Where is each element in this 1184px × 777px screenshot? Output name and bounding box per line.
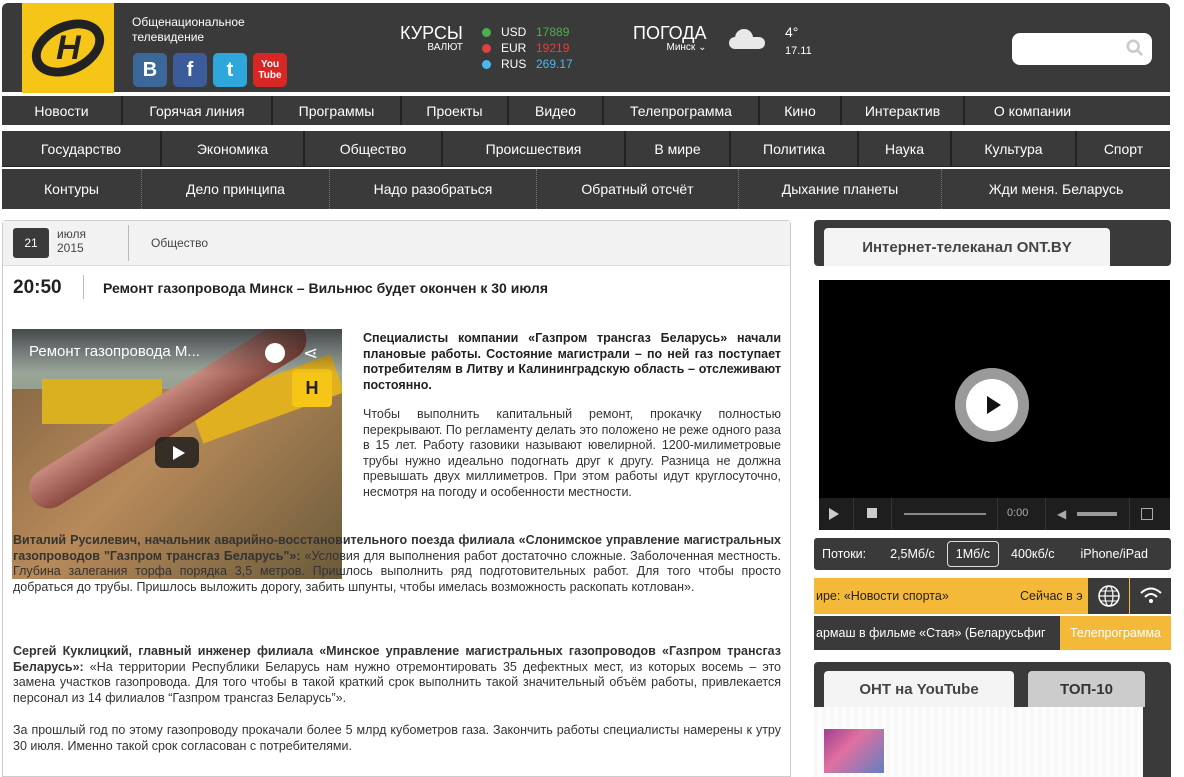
ticker2-text: армаш в фильме «Стая» (Беларусьфиг — [816, 626, 1046, 640]
prog-zhdi-menya[interactable]: Жди меня. Беларусь — [942, 169, 1170, 209]
article-time: 20:50 — [13, 277, 62, 298]
article: 21 июля 2015 Общество 20:50 Ремонт газоп… — [2, 220, 791, 777]
nav-video[interactable]: Видео — [509, 96, 604, 125]
rates-title: КУРСЫ ВАЛЮТ — [400, 23, 463, 53]
ont-logo[interactable]: Н — [22, 3, 114, 93]
cat-politics[interactable]: Политика — [731, 131, 859, 166]
play-icon[interactable] — [829, 508, 839, 520]
article-category[interactable]: Общество — [151, 236, 208, 250]
cat-culture[interactable]: Культура — [952, 131, 1077, 166]
globe-icon[interactable] — [1088, 578, 1129, 614]
article-paragraph: Сергей Куклицкий, главный инженер филиал… — [13, 644, 781, 705]
youtube-list — [814, 707, 1171, 777]
watch-later-icon[interactable] — [265, 343, 285, 363]
video-play-button[interactable] — [155, 437, 199, 468]
cat-science[interactable]: Наука — [859, 131, 952, 166]
currency-rates: USD 17889 EUR 19219 RUS 269.17 — [482, 24, 573, 72]
youtube-header: ОНТ на YouTube ТОП-10 — [814, 662, 1171, 707]
share-icon[interactable]: ⋖ — [303, 343, 318, 364]
nav-programs[interactable]: Программы — [273, 96, 402, 125]
weather-title: ПОГОДА Минск ⌄ — [633, 23, 707, 53]
ticker-current: ире: «Новости спорта» — [816, 589, 949, 603]
player-controls: 0:00 ◀ — [819, 498, 1170, 530]
volume-slider[interactable] — [1077, 512, 1117, 516]
prog-nado-razobratsya[interactable]: Надо разобраться — [330, 169, 537, 209]
search-icon[interactable] — [1126, 39, 1144, 57]
cat-world[interactable]: В мире — [626, 131, 731, 166]
twitter-icon[interactable]: t — [213, 53, 247, 87]
prog-dyhanie-planety[interactable]: Дыхание планеты — [739, 169, 942, 209]
cat-incidents[interactable]: Происшествия — [443, 131, 626, 166]
stream-quality: Потоки: 2,5Мб/с 1Мб/с 400кб/с iPhone/iPa… — [814, 538, 1171, 570]
prog-obratny-otschet[interactable]: Обратный отсчёт — [537, 169, 739, 209]
nav-cinema[interactable]: Кино — [760, 96, 842, 125]
site-header: Н Общенациональное телевидение В f t You… — [2, 3, 1170, 93]
now-on-air: ире: «Новости спорта» Сейчас в э — [814, 578, 1171, 614]
nav-interactive[interactable]: Интерактив — [842, 96, 965, 125]
play-button[interactable] — [955, 368, 1029, 442]
article-meta: 21 июля 2015 Общество — [3, 221, 790, 266]
tv-guide-button[interactable]: Телепрограмма — [1060, 616, 1171, 650]
article-month: июля 2015 — [57, 227, 86, 255]
stream-400kb[interactable]: 400кб/с — [1003, 541, 1062, 567]
temperature: 4° 17.11 — [785, 24, 812, 57]
article-paragraph: За прошлый год по этому газопроводу прок… — [13, 723, 781, 753]
stream-iphone[interactable]: iPhone/iPad — [1073, 541, 1156, 567]
tab-live[interactable]: Интернет-телеканал ONT.BY — [824, 228, 1110, 266]
rate-eur: EUR 19219 — [482, 40, 573, 56]
org-name: Общенациональное телевидение — [132, 15, 245, 44]
video-thumbnail[interactable] — [824, 729, 884, 773]
nav-news[interactable]: Новости — [2, 96, 123, 125]
rate-rus: RUS 269.17 — [482, 56, 573, 72]
nav-hotline[interactable]: Горячая линия — [123, 96, 273, 125]
nav-projects[interactable]: Проекты — [402, 96, 509, 125]
streams-label: Потоки: — [822, 547, 867, 561]
cat-sport[interactable]: Спорт — [1077, 131, 1170, 166]
main-nav: Новости Горячая линия Программы Проекты … — [2, 96, 1170, 125]
article-lead: Специалисты компании «Газпром трансгаз Б… — [363, 331, 781, 392]
tab-youtube[interactable]: ОНТ на YouTube — [824, 671, 1014, 707]
article-paragraph: Чтобы выполнить капитальный ремонт, прок… — [363, 407, 781, 499]
live-header: Интернет-телеканал ONT.BY — [814, 220, 1171, 266]
cat-state[interactable]: Государство — [2, 131, 162, 166]
cat-economy[interactable]: Экономика — [162, 131, 305, 166]
tab-top10[interactable]: ТОП-10 — [1028, 671, 1145, 707]
tv-schedule-ticker: армаш в фильме «Стая» (Беларусьфиг Телеп… — [814, 616, 1171, 650]
cat-society[interactable]: Общество — [305, 131, 443, 166]
rate-usd: USD 17889 — [482, 24, 573, 40]
live-player[interactable]: 0:00 ◀ — [819, 280, 1170, 530]
vk-icon[interactable]: В — [133, 53, 167, 87]
search-input[interactable] — [1012, 33, 1152, 65]
article-headline: Ремонт газопровода Минск – Вильнюс будет… — [103, 280, 548, 296]
prog-delo-principa[interactable]: Дело принципа — [142, 169, 330, 209]
fullscreen-icon[interactable] — [1141, 508, 1153, 520]
stream-1mb[interactable]: 1Мб/с — [946, 541, 1000, 567]
youtube-icon[interactable]: You Tube — [253, 53, 287, 87]
social-links: В f t You Tube — [133, 53, 287, 87]
stop-icon[interactable] — [867, 508, 877, 518]
stream-2-5mb[interactable]: 2,5Мб/с — [882, 541, 943, 567]
ont-watermark-icon: Н — [292, 369, 332, 407]
ticker-next: Сейчас в э — [1020, 589, 1083, 603]
scrollbar[interactable] — [1143, 707, 1171, 777]
article-paragraph: Виталий Русилевич, начальник аварийно-во… — [13, 533, 781, 594]
facebook-icon[interactable]: f — [173, 53, 207, 87]
wifi-icon[interactable] — [1130, 578, 1171, 614]
article-day: 21 — [13, 228, 49, 258]
nav-about[interactable]: О компании — [965, 96, 1100, 125]
player-time: 0:00 — [1007, 507, 1029, 519]
volume-icon[interactable]: ◀ — [1057, 507, 1066, 521]
category-nav: Государство Экономика Общество Происшест… — [2, 131, 1170, 167]
nav-tv-guide[interactable]: Телепрограмма — [604, 96, 760, 125]
video-title[interactable]: Ремонт газопровода М... — [12, 329, 342, 373]
programs-nav: Контуры Дело принципа Надо разобраться О… — [2, 169, 1170, 209]
cloud-icon — [729, 29, 765, 49]
prog-kontury[interactable]: Контуры — [2, 169, 142, 209]
seek-bar[interactable] — [904, 513, 986, 515]
